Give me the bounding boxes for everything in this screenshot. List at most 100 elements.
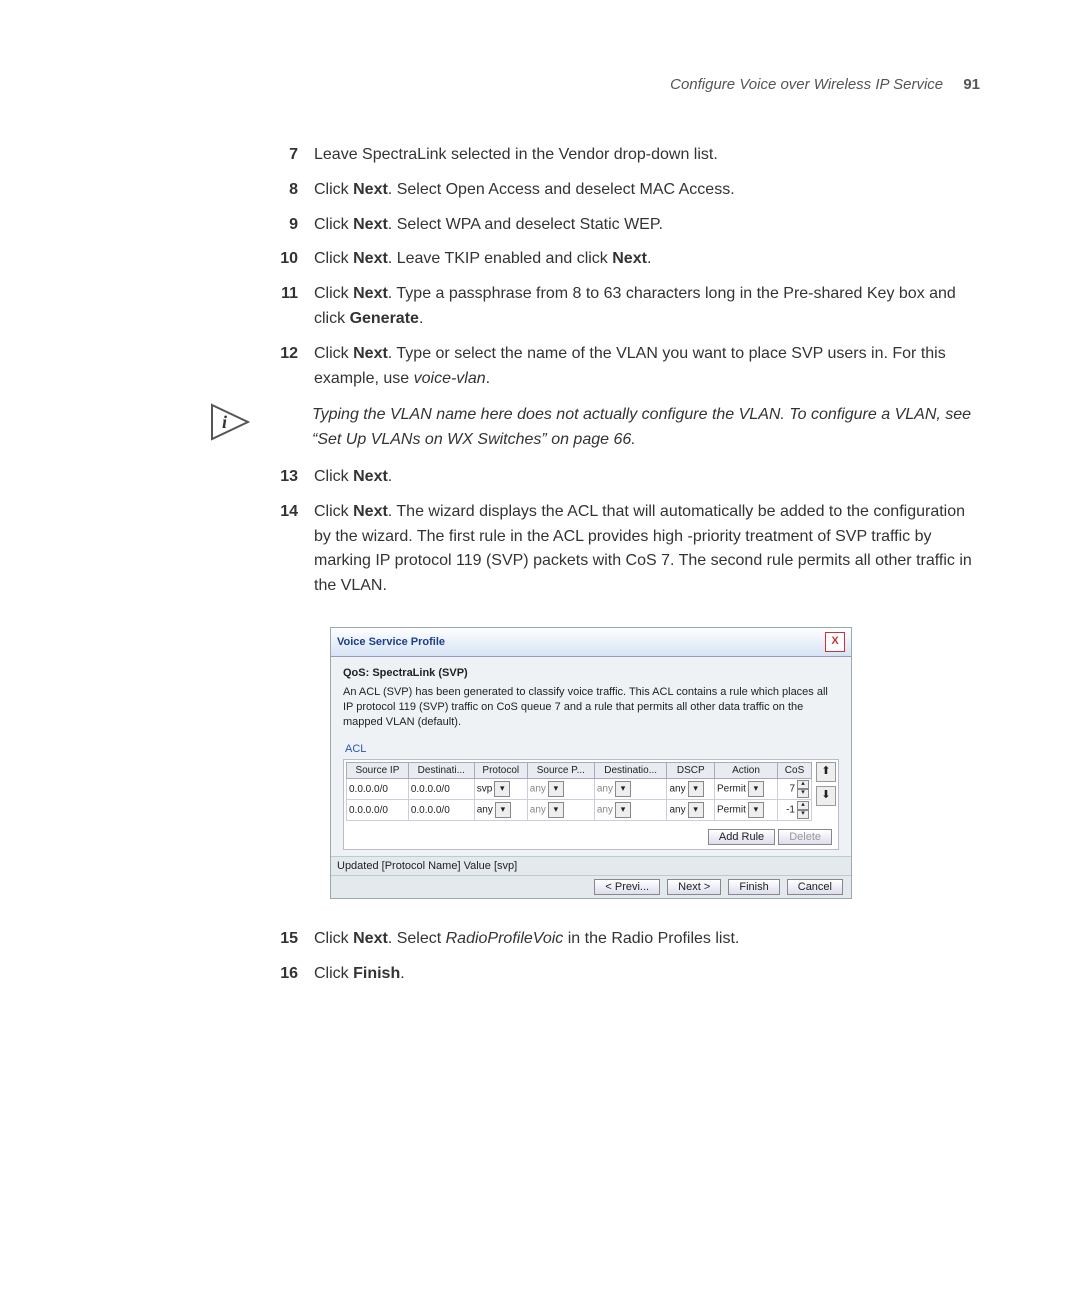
t-bold: Next bbox=[353, 250, 388, 267]
info-callout: i Typing the VLAN name here does not act… bbox=[210, 403, 980, 453]
t: . bbox=[486, 370, 490, 387]
status-line: Updated [Protocol Name] Value [svp] bbox=[331, 856, 851, 875]
t: . Leave TKIP enabled and click bbox=[388, 250, 612, 267]
col-action[interactable]: Action bbox=[715, 763, 778, 779]
page-header: Configure Voice over Wireless IP Service… bbox=[230, 76, 980, 93]
cell-cos[interactable]: -1▴▾ bbox=[778, 800, 812, 821]
cell-src[interactable]: 0.0.0.0/0 bbox=[347, 779, 409, 800]
table-header-row: Source IP Destinati... Protocol Source P… bbox=[347, 763, 812, 779]
spin-up-icon[interactable]: ▴ bbox=[797, 801, 809, 810]
col-source-port[interactable]: Source P... bbox=[527, 763, 594, 779]
cancel-button[interactable]: Cancel bbox=[787, 879, 843, 895]
cell-proto[interactable]: any▾ bbox=[474, 800, 527, 821]
table-row[interactable]: 0.0.0.0/0 0.0.0.0/0 svp▾ any▾ any▾ any▾ … bbox=[347, 779, 812, 800]
cell-dport[interactable]: any▾ bbox=[594, 800, 667, 821]
step-9: 9 Click Next. Select WPA and deselect St… bbox=[230, 213, 980, 238]
chevron-down-icon[interactable]: ▾ bbox=[494, 781, 510, 797]
col-destination-ip[interactable]: Destinati... bbox=[408, 763, 474, 779]
step-text: Leave SpectraLink selected in the Vendor… bbox=[314, 143, 980, 168]
t-ital: RadioProfileVoic bbox=[446, 930, 564, 947]
t-ital: voice-vlan bbox=[414, 370, 486, 387]
t: Click bbox=[314, 468, 353, 485]
t-bold: Next bbox=[353, 930, 388, 947]
t: Click bbox=[314, 250, 353, 267]
qos-heading: QoS: SpectraLink (SVP) bbox=[343, 667, 839, 679]
step-7: 7 Leave SpectraLink selected in the Vend… bbox=[230, 143, 980, 168]
t-bold: Next bbox=[353, 181, 388, 198]
col-source-ip[interactable]: Source IP bbox=[347, 763, 409, 779]
step-number: 12 bbox=[230, 342, 314, 392]
spin-down-icon[interactable]: ▾ bbox=[797, 789, 809, 798]
spin-up-icon[interactable]: ▴ bbox=[797, 780, 809, 789]
step-number: 8 bbox=[230, 178, 314, 203]
col-dscp[interactable]: DSCP bbox=[667, 763, 715, 779]
t-bold: Next bbox=[353, 345, 388, 362]
step-8: 8 Click Next. Select Open Access and des… bbox=[230, 178, 980, 203]
cell-action[interactable]: Permit▾ bbox=[715, 779, 778, 800]
step-16: 16 Click Finish. bbox=[230, 962, 980, 987]
previous-button[interactable]: < Previ... bbox=[594, 879, 660, 895]
dialog-body: QoS: SpectraLink (SVP) An ACL (SVP) has … bbox=[331, 657, 851, 857]
step-13: 13 Click Next. bbox=[230, 465, 980, 490]
next-button[interactable]: Next > bbox=[667, 879, 721, 895]
spin-down-icon[interactable]: ▾ bbox=[797, 810, 809, 819]
t: . Select WPA and deselect Static WEP. bbox=[388, 216, 663, 233]
add-rule-button[interactable]: Add Rule bbox=[708, 829, 775, 845]
cell-dst[interactable]: 0.0.0.0/0 bbox=[408, 800, 474, 821]
cell-cos[interactable]: 7▴▾ bbox=[778, 779, 812, 800]
table-row[interactable]: 0.0.0.0/0 0.0.0.0/0 any▾ any▾ any▾ any▾ … bbox=[347, 800, 812, 821]
cell-src[interactable]: 0.0.0.0/0 bbox=[347, 800, 409, 821]
t-bold: Generate bbox=[350, 310, 419, 327]
t: Click bbox=[314, 930, 353, 947]
cell-dport[interactable]: any▾ bbox=[594, 779, 667, 800]
chevron-down-icon[interactable]: ▾ bbox=[688, 781, 704, 797]
t: . Select bbox=[388, 930, 446, 947]
dialog-title: Voice Service Profile bbox=[337, 636, 445, 648]
finish-button[interactable]: Finish bbox=[728, 879, 779, 895]
close-button[interactable]: X bbox=[825, 632, 845, 652]
step-text: Click Next. Select WPA and deselect Stat… bbox=[314, 213, 980, 238]
cell-proto[interactable]: svp▾ bbox=[474, 779, 527, 800]
t: Click bbox=[314, 216, 353, 233]
chevron-down-icon[interactable]: ▾ bbox=[548, 781, 564, 797]
t: Click bbox=[314, 503, 353, 520]
chevron-down-icon[interactable]: ▾ bbox=[615, 802, 631, 818]
t: Click bbox=[314, 965, 353, 982]
t: Click bbox=[314, 285, 353, 302]
t: . The wizard displays the ACL that will … bbox=[314, 503, 972, 594]
cell-dst[interactable]: 0.0.0.0/0 bbox=[408, 779, 474, 800]
move-down-button[interactable]: ⬇ bbox=[816, 786, 836, 806]
move-up-button[interactable]: ⬆ bbox=[816, 762, 836, 782]
step-text: Click Next. Select RadioProfileVoic in t… bbox=[314, 927, 980, 952]
acl-group: Source IP Destinati... Protocol Source P… bbox=[343, 759, 839, 850]
header-title: Configure Voice over Wireless IP Service bbox=[670, 76, 943, 93]
chevron-down-icon[interactable]: ▾ bbox=[548, 802, 564, 818]
step-number: 9 bbox=[230, 213, 314, 238]
cell-dscp[interactable]: any▾ bbox=[667, 800, 715, 821]
col-protocol[interactable]: Protocol bbox=[474, 763, 527, 779]
chevron-down-icon[interactable]: ▾ bbox=[688, 802, 704, 818]
page-number: 91 bbox=[963, 76, 980, 93]
cell-sport[interactable]: any▾ bbox=[527, 800, 594, 821]
cell-action[interactable]: Permit▾ bbox=[715, 800, 778, 821]
step-text: Click Next. Leave TKIP enabled and click… bbox=[314, 247, 980, 272]
chevron-down-icon[interactable]: ▾ bbox=[495, 802, 511, 818]
t: . bbox=[400, 965, 404, 982]
cell-sport[interactable]: any▾ bbox=[527, 779, 594, 800]
step-10: 10 Click Next. Leave TKIP enabled and cl… bbox=[230, 247, 980, 272]
chevron-down-icon[interactable]: ▾ bbox=[748, 781, 764, 797]
delete-button[interactable]: Delete bbox=[778, 829, 832, 845]
t: Click bbox=[314, 181, 353, 198]
col-destination-port[interactable]: Destinatio... bbox=[594, 763, 667, 779]
chevron-down-icon[interactable]: ▾ bbox=[615, 781, 631, 797]
step-14: 14 Click Next. The wizard displays the A… bbox=[230, 500, 980, 599]
col-cos[interactable]: CoS bbox=[778, 763, 812, 779]
t-bold: Next bbox=[353, 216, 388, 233]
wizard-buttons: < Previ... Next > Finish Cancel bbox=[331, 875, 851, 898]
acl-button-row: Add Rule Delete bbox=[346, 831, 832, 843]
step-number: 13 bbox=[230, 465, 314, 490]
step-number: 10 bbox=[230, 247, 314, 272]
title-bar: Voice Service Profile X bbox=[331, 628, 851, 657]
chevron-down-icon[interactable]: ▾ bbox=[748, 802, 764, 818]
cell-dscp[interactable]: any▾ bbox=[667, 779, 715, 800]
